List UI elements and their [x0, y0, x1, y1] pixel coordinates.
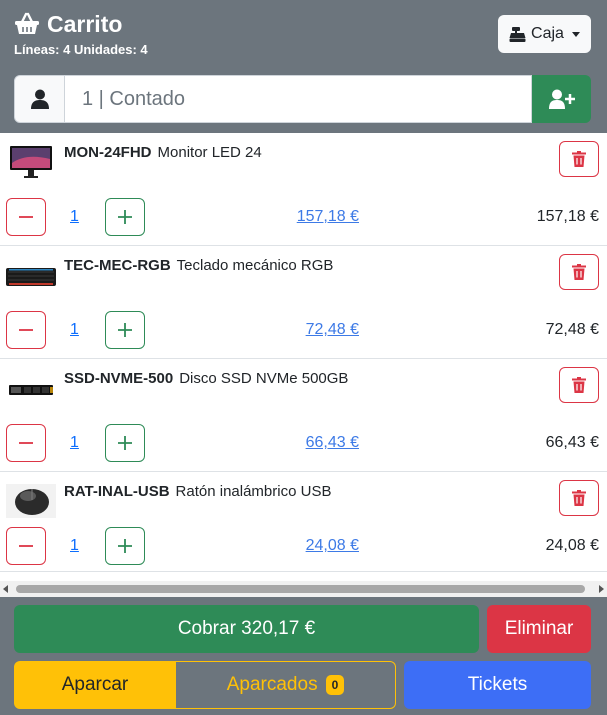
trash-icon	[572, 151, 586, 167]
item-quantity[interactable]: 1	[70, 537, 79, 555]
parked-carts-label: Aparcados	[226, 674, 318, 695]
parked-count-badge: 0	[325, 675, 345, 695]
decrease-qty-button[interactable]	[6, 424, 46, 462]
trash-icon	[572, 490, 586, 506]
minus-icon	[19, 545, 33, 547]
minus-icon	[19, 442, 33, 444]
item-sku: MON-24FHD Monitor LED 24	[64, 144, 262, 161]
cart-items-list: MON-24FHD Monitor LED 24 1 157,18 € 157,1…	[0, 133, 607, 581]
item-unit-price[interactable]: 66,43 €	[306, 434, 359, 452]
title-block: Carrito Líneas: 4 Unidades: 4	[14, 10, 148, 58]
delete-item-button[interactable]	[559, 254, 599, 290]
item-unit-price[interactable]: 24,08 €	[306, 537, 359, 555]
delete-item-button[interactable]	[559, 367, 599, 403]
item-line-total: 72,48 €	[545, 321, 599, 338]
user-plus-icon	[548, 89, 575, 109]
item-sku: SSD-NVME-500 Disco SSD NVMe 500GB	[64, 370, 349, 387]
item-unit-price[interactable]: 157,18 €	[297, 208, 359, 226]
cart-item: RAT-INAL-USB Ratón inalámbrico USB 1 24,0…	[0, 472, 607, 572]
cart-item: MON-24FHD Monitor LED 24 1 157,18 € 157,1…	[0, 133, 607, 246]
item-quantity[interactable]: 1	[70, 321, 79, 339]
delete-item-button[interactable]	[559, 141, 599, 177]
item-quantity[interactable]: 1	[70, 434, 79, 452]
page-title: Carrito	[47, 10, 123, 37]
product-thumbnail	[10, 146, 52, 178]
customer-selector	[14, 75, 591, 123]
park-cart-button[interactable]: Aparcar	[14, 661, 176, 709]
cash-register-icon	[509, 26, 526, 42]
increase-qty-button[interactable]	[105, 311, 145, 349]
plus-icon	[118, 210, 132, 224]
decrease-qty-button[interactable]	[6, 311, 46, 349]
delete-item-button[interactable]	[559, 480, 599, 516]
horizontal-scrollbar[interactable]	[0, 581, 607, 597]
caja-dropdown-button[interactable]: Caja	[498, 15, 591, 53]
user-icon	[14, 75, 65, 123]
item-sku: RAT-INAL-USB Ratón inalámbrico USB	[64, 483, 332, 500]
scroll-left-arrow-icon[interactable]	[3, 585, 8, 593]
cart-item: TEC-MEC-RGB Teclado mecánico RGB 1 72,48 …	[0, 246, 607, 359]
title-row: Carrito	[14, 10, 148, 38]
item-line-total: 157,18 €	[536, 208, 599, 225]
item-quantity[interactable]: 1	[70, 208, 79, 226]
cart-actions: Cobrar 320,17 € Eliminar Aparcar Aparcad…	[0, 597, 607, 715]
trash-icon	[572, 377, 586, 393]
tickets-button[interactable]: Tickets	[404, 661, 591, 709]
customer-input[interactable]	[65, 75, 532, 123]
scrollbar-thumb[interactable]	[16, 585, 585, 593]
cart-item: SSD-NVME-500 Disco SSD NVMe 500GB 1 66,43…	[0, 359, 607, 472]
item-description: Disco SSD NVMe 500GB	[179, 370, 349, 387]
product-thumbnail	[6, 484, 56, 518]
item-line-total: 66,43 €	[545, 434, 599, 451]
add-customer-button[interactable]	[532, 75, 591, 123]
increase-qty-button[interactable]	[105, 527, 145, 565]
item-line-total: 24,08 €	[545, 537, 599, 554]
item-sku: TEC-MEC-RGB Teclado mecánico RGB	[64, 257, 334, 274]
parked-carts-button[interactable]: Aparcados 0	[176, 661, 396, 709]
item-description: Ratón inalámbrico USB	[175, 483, 332, 500]
item-description: Monitor LED 24	[157, 144, 262, 161]
scroll-right-arrow-icon[interactable]	[599, 585, 604, 593]
increase-qty-button[interactable]	[105, 424, 145, 462]
product-thumbnail	[9, 385, 53, 395]
decrease-qty-button[interactable]	[6, 527, 46, 565]
clear-cart-button[interactable]: Eliminar	[487, 605, 591, 653]
trash-icon	[572, 264, 586, 280]
minus-icon	[19, 216, 33, 218]
caja-label: Caja	[531, 25, 564, 42]
plus-icon	[118, 436, 132, 450]
cart-summary: Líneas: 4 Unidades: 4	[14, 42, 148, 57]
product-thumbnail	[6, 268, 56, 286]
checkout-button[interactable]: Cobrar 320,17 €	[14, 605, 479, 653]
plus-icon	[118, 323, 132, 337]
cart-header: Carrito Líneas: 4 Unidades: 4 Caja	[0, 0, 607, 133]
item-description: Teclado mecánico RGB	[176, 257, 334, 274]
item-unit-price[interactable]: 72,48 €	[306, 321, 359, 339]
minus-icon	[19, 329, 33, 331]
plus-icon	[118, 539, 132, 553]
basket-icon	[15, 12, 39, 34]
decrease-qty-button[interactable]	[6, 198, 46, 236]
increase-qty-button[interactable]	[105, 198, 145, 236]
chevron-down-icon	[571, 31, 580, 37]
